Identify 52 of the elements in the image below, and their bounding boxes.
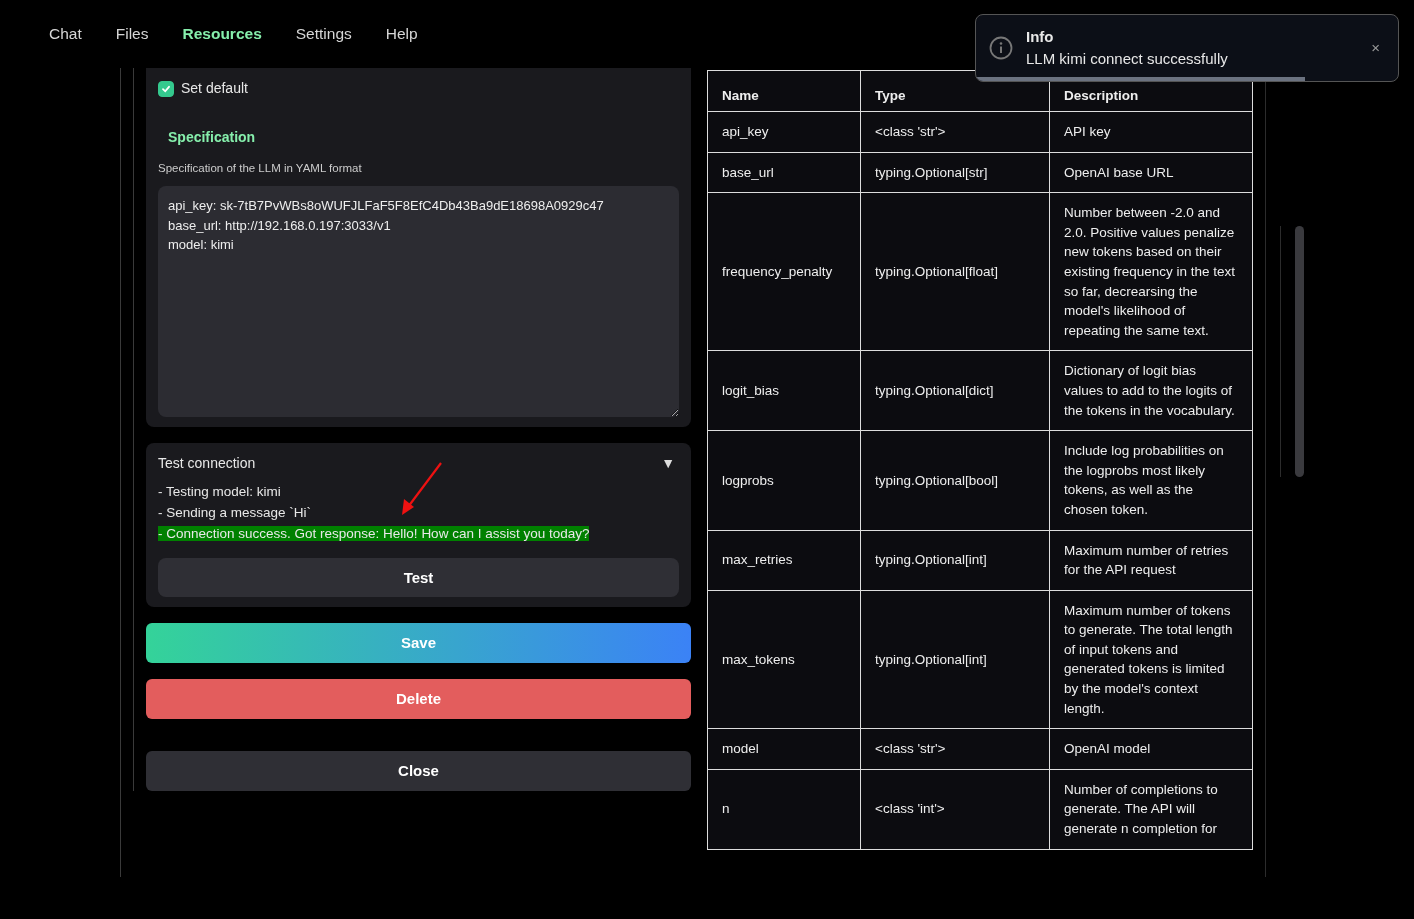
checkmark-icon (161, 83, 171, 94)
table-cell: frequency_penalty (707, 192, 861, 351)
field-hint: Specification of the LLM in YAML format (158, 161, 363, 176)
toast-message: LLM kimi connect successfully (1026, 49, 1229, 69)
close-button[interactable]: × (1367, 36, 1384, 60)
nav-tab[interactable]: Settings (295, 22, 352, 46)
info-icon (989, 36, 1013, 60)
column-header: Name (707, 70, 861, 112)
table-cell: typing.Optional[str] (860, 152, 1050, 193)
table-cell: model (707, 728, 861, 770)
table-cell: Include log probabilities on the logprobs most likely tokens, as well as the chosen token. (1049, 430, 1253, 530)
action-button[interactable]: Delete (146, 679, 691, 720)
table-cell: typing.Optional[int] (860, 590, 1050, 729)
table-cell: typing.Optional[dict] (860, 350, 1050, 431)
table-cell: typing.Optional[int] (860, 530, 1050, 591)
table-cell: typing.Optional[float] (860, 192, 1050, 351)
table-cell: Number between -2.0 and 2.0. Positive values penalize new tokens based on their existing frequency in the text so far, decrearsing the model's likelihood of repeating the same text. (1049, 192, 1253, 351)
card-title: Test connection (158, 454, 256, 474)
log-line: - Testing model: kimi (158, 484, 281, 500)
table-cell: <class 'int'> (860, 769, 1050, 850)
nav-tab[interactable]: Files (115, 22, 149, 46)
table-cell: Maximum number of tokens to generate. The total length of input tokens and generated tokens is limited by the model's context length. (1049, 590, 1253, 729)
table-cell: logit_bias (707, 350, 861, 431)
nav-tab[interactable]: Chat (49, 22, 82, 46)
table-cell: Maximum number of retries for the API request (1049, 530, 1253, 591)
table-cell: api_key (707, 111, 861, 153)
checkbox[interactable] (158, 80, 174, 97)
table-cell: <class 'str'> (860, 728, 1050, 770)
action-button[interactable]: Close (146, 751, 691, 792)
table-cell: <class 'str'> (860, 111, 1050, 153)
table-cell: logprobs (707, 430, 861, 530)
table-cell: n (707, 769, 861, 850)
table-cell: max_tokens (707, 590, 861, 729)
table-cell: base_url (707, 152, 861, 193)
table-cell: max_retries (707, 530, 861, 591)
table-cell: OpenAI model (1049, 728, 1253, 770)
toast-title: Info (1026, 26, 1055, 47)
table-cell: Dictionary of logit bias values to add to the logits of the tokens in the vocabulary. (1049, 350, 1253, 431)
nav-tab[interactable]: Resources (182, 22, 262, 46)
table-cell: Number of completions to generate. The API will generate n completion for (1049, 769, 1253, 850)
table-cell: API key (1049, 111, 1253, 153)
table-cell: OpenAI base URL (1049, 152, 1253, 193)
collapse-toggle[interactable]: ▼ (657, 453, 679, 475)
table-cell: typing.Optional[bool] (860, 430, 1050, 530)
scrollbar-thumb[interactable] (1295, 226, 1304, 477)
spec-field[interactable]: api_key: sk-7tB7PvWBs8oWUFJLFaF5F8EfC4Db43Ba9dE18698A0929c47 base_url: http://192.168.0.197:3033/v1 model: kimi (158, 186, 679, 418)
log-line: - Sending a message `Hi` (158, 505, 312, 521)
nav-tab[interactable]: Help (385, 22, 418, 46)
section-title: Specification (167, 128, 257, 147)
test-button[interactable]: Test (158, 558, 679, 598)
annotation-arrow (402, 462, 442, 516)
checkbox-label: Set default (181, 79, 248, 98)
